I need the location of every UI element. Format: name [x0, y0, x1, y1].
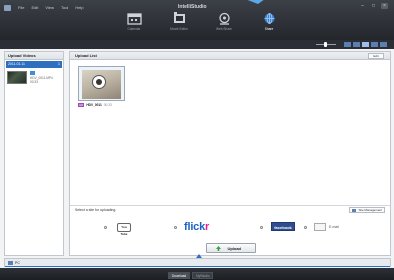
site-select-bar: Select a site for uploading. Site Manage…	[70, 205, 390, 214]
mode-tabs: Calendar Movie Editor Web Share Share	[118, 12, 285, 36]
view-thumb-icon[interactable]	[362, 42, 369, 47]
file-duration: 00:33	[103, 103, 112, 107]
select-site-prompt: Select a site for uploading.	[75, 208, 117, 212]
mode-share[interactable]: Share	[253, 12, 285, 36]
app-icon	[4, 4, 11, 11]
view-mode-buttons	[344, 42, 387, 47]
window-controls: – □ ×	[359, 3, 388, 9]
facebook-logo[interactable]: facebook	[271, 222, 295, 231]
view-list-icon[interactable]	[344, 42, 351, 47]
view-large-icon[interactable]	[380, 42, 387, 47]
upload-sites: You Tube flickr facebook E-mail	[100, 221, 370, 236]
status-bar: PC	[4, 258, 391, 267]
minimize-button[interactable]: –	[359, 3, 366, 9]
pc-icon	[8, 261, 13, 265]
mode-label: Web Share	[216, 27, 232, 31]
sidebar-file-detail: 00:33	[30, 80, 38, 84]
flickr-logo-part-b: r	[205, 221, 210, 233]
file-name: HDV_0011	[86, 103, 102, 107]
site-management-button[interactable]: Site Management	[349, 207, 385, 213]
flickr-logo-part-a: flick	[184, 221, 206, 233]
tab-download[interactable]: Download	[168, 272, 191, 279]
email-icon[interactable]	[314, 223, 326, 231]
upload-list-title: Upload List	[70, 52, 390, 60]
film-icon	[173, 12, 185, 23]
mode-web-share[interactable]: Web Share	[208, 12, 240, 36]
folder-count: 1	[58, 62, 60, 66]
sidebar-video-thumbnail[interactable]	[7, 71, 27, 84]
edit-button[interactable]: Edit	[368, 53, 384, 59]
tab-mystudio[interactable]: MyStudio	[192, 272, 214, 279]
menu-bar: File Edit View Tool Help	[4, 4, 84, 11]
menu-view[interactable]: View	[45, 5, 54, 10]
sidebar-file-meta: HDV_0011.MP4 00:33	[30, 71, 62, 84]
mode-movie-editor[interactable]: Movie Editor	[163, 12, 195, 36]
facebook-radio[interactable]	[260, 226, 263, 229]
intelli-studio-window: File Edit View Tool Help IntelliStudio –…	[0, 0, 394, 280]
upload-list-panel: Upload List Edit HD HDV_0011 00:33 Selec…	[69, 51, 391, 256]
video-thumbnail-card[interactable]	[78, 66, 125, 101]
youtube-radio[interactable]	[104, 226, 107, 229]
view-grid-icon[interactable]	[353, 42, 360, 47]
video-tag-icon	[30, 71, 35, 75]
sidebar-title: Upload Videos	[5, 52, 63, 60]
app-title: IntelliStudio	[178, 4, 207, 10]
bottom-bar: Download MyStudio	[0, 268, 394, 280]
mode-label: Calendar	[127, 27, 141, 31]
zoom-slider[interactable]	[316, 42, 336, 47]
view-toolbar	[0, 40, 394, 49]
bottom-tabs: Download MyStudio	[168, 272, 214, 279]
menu-edit[interactable]: Edit	[31, 5, 38, 10]
youtube-logo[interactable]: You Tube	[117, 223, 131, 236]
menu-tool[interactable]: Tool	[61, 5, 68, 10]
email-radio[interactable]	[304, 226, 307, 229]
upload-sidebar: Upload Videos 2011.01.11 1 HDV_0011.MP4 …	[4, 51, 64, 256]
flickr-logo[interactable]: flickr	[184, 221, 209, 233]
upload-label: Upload	[227, 246, 241, 251]
title-toolbar: File Edit View Tool Help IntelliStudio –…	[0, 0, 394, 40]
menu-help[interactable]: Help	[75, 5, 83, 10]
menu-file[interactable]: File	[18, 5, 24, 10]
close-button[interactable]: ×	[381, 3, 388, 9]
calendar-icon	[126, 13, 142, 25]
mode-label: Share	[264, 27, 274, 31]
video-file-row: HD HDV_0011 00:33	[78, 103, 112, 107]
mode-calendar[interactable]: Calendar	[118, 12, 150, 36]
globe-icon	[264, 13, 274, 24]
email-label: E-mail	[329, 225, 339, 229]
folder-label: 2011.01.11	[8, 62, 25, 66]
upload-arrow-icon	[216, 246, 221, 251]
zoom-slider-knob[interactable]	[324, 42, 327, 47]
upload-button[interactable]: Upload	[206, 243, 256, 253]
sidebar-folder[interactable]: 2011.01.11 1	[6, 61, 62, 68]
mode-label: Movie Editor	[170, 27, 188, 31]
status-progress-line	[5, 266, 390, 267]
pointer-arrow-icon	[247, 0, 264, 4]
file-type-badge: HD	[78, 103, 85, 107]
maximize-button[interactable]: □	[370, 3, 377, 9]
share-icon	[218, 12, 230, 25]
play-icon[interactable]	[92, 75, 106, 89]
view-detail-icon[interactable]	[371, 42, 378, 47]
flickr-radio[interactable]	[174, 226, 177, 229]
